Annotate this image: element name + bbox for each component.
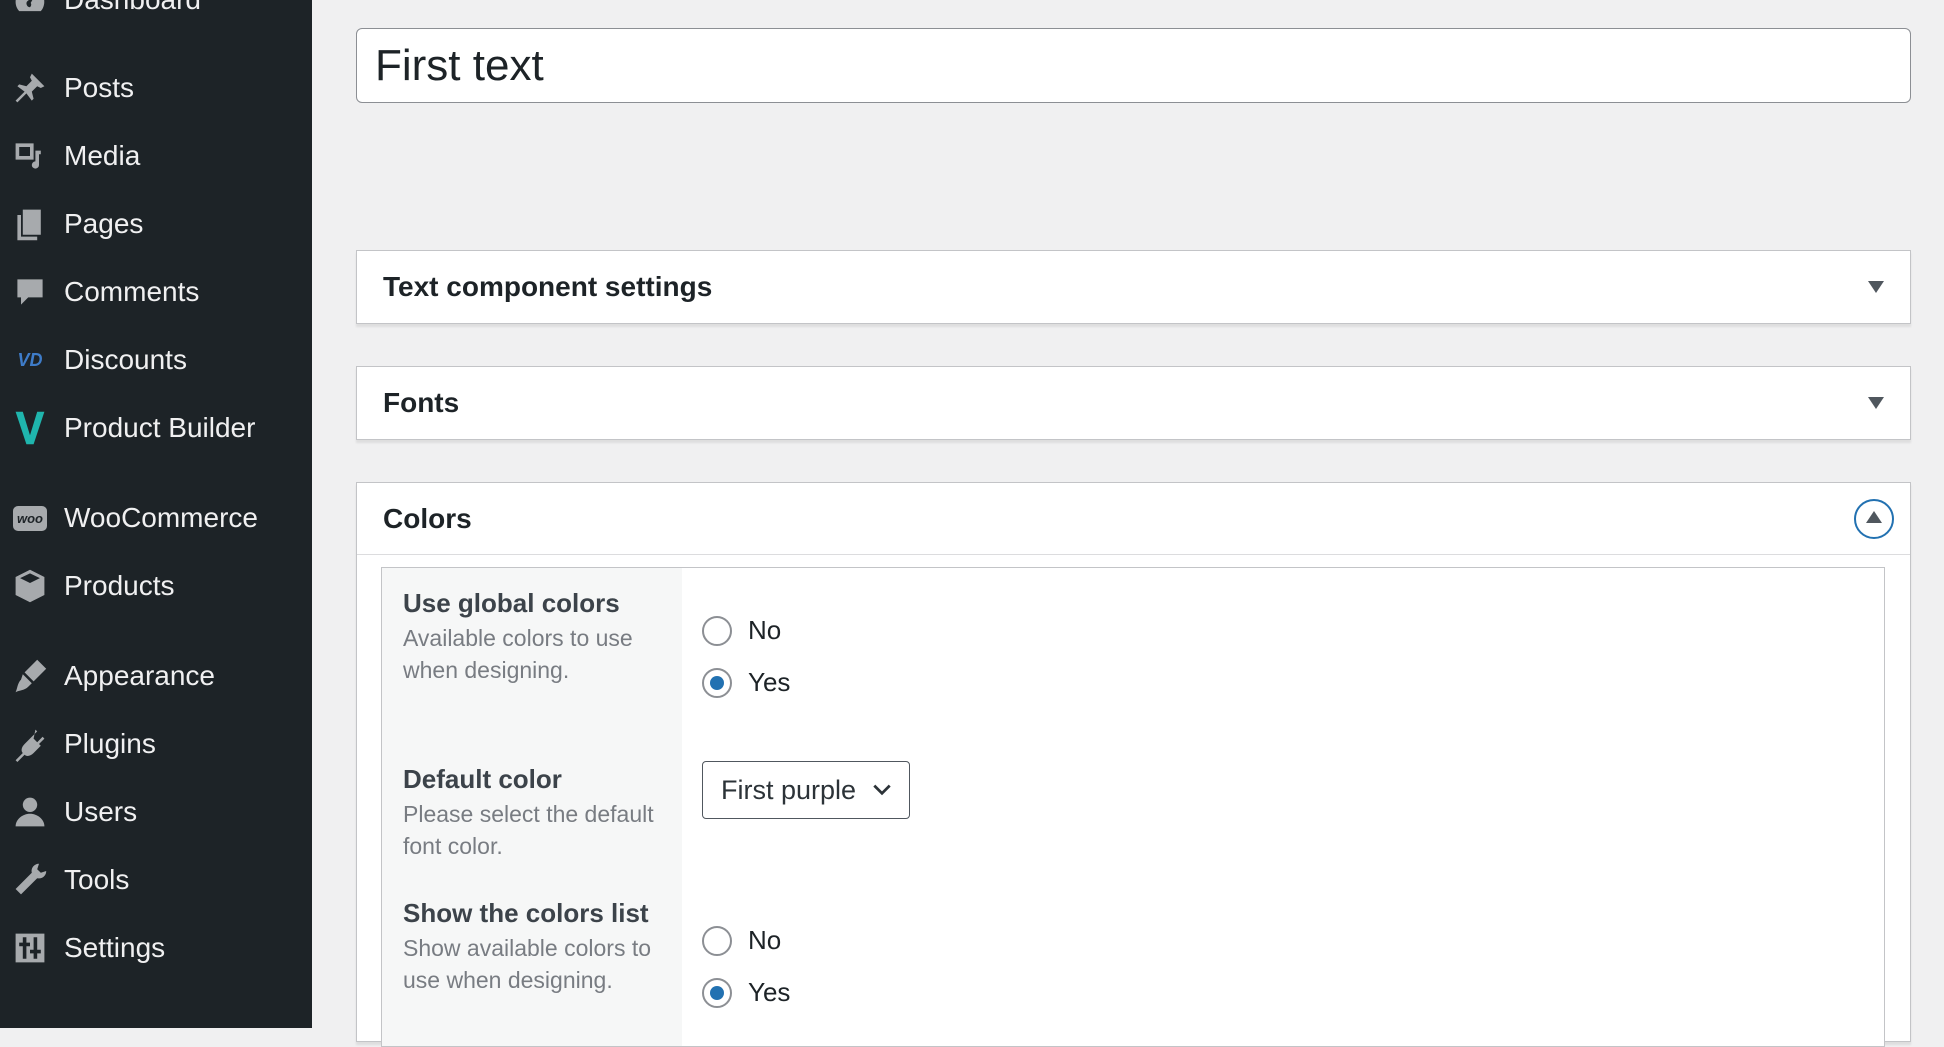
sidebar-item-label: Appearance	[64, 660, 216, 691]
pages-icon	[10, 204, 50, 244]
panel-text-component-settings: Text component settings	[356, 250, 1911, 324]
sidebar-item-pages[interactable]: Pages	[0, 194, 312, 254]
panel-fonts: Fonts	[356, 366, 1911, 440]
panel-title: Colors	[383, 502, 472, 534]
sidebar-item-label: Tools	[64, 864, 130, 895]
sidebar-item-plugins[interactable]: Plugins	[0, 714, 312, 774]
panel-header[interactable]: Text component settings	[357, 251, 1910, 323]
admin-sidebar: Dashboard Posts Media Pages Comments VD …	[0, 0, 312, 1028]
sidebar-item-posts[interactable]: Posts	[0, 58, 312, 118]
radio-global-colors-no[interactable]: No	[702, 615, 781, 646]
field-desc-show-colors-list: Show available colors to use when design…	[403, 935, 652, 993]
field-title-show-colors-list: Show the colors list	[403, 898, 649, 928]
sidebar-item-product-builder[interactable]: Product Builder	[0, 398, 312, 458]
box-icon	[10, 566, 50, 606]
panel-header[interactable]: Fonts	[357, 367, 1910, 439]
sidebar-item-comments[interactable]: Comments	[0, 262, 312, 322]
field-title-default-color: Default color	[403, 764, 562, 794]
colors-settings-table: Use global colors Available colors to us…	[381, 567, 1885, 1047]
field-desc-default-color: Please select the default font color.	[403, 801, 654, 859]
radio-button[interactable]	[702, 925, 732, 956]
dashboard-icon	[10, 0, 50, 20]
sidebar-item-tools[interactable]: Tools	[0, 850, 312, 910]
sidebar-item-label: Settings	[64, 932, 166, 963]
radio-label: No	[748, 615, 782, 645]
radio-show-list-yes[interactable]: Yes	[702, 977, 790, 1008]
main-content: Text component settings Fonts Colors Use…	[312, 0, 1944, 1047]
user-icon	[10, 792, 50, 832]
panel-title: Fonts	[383, 387, 460, 418]
radio-global-colors-yes[interactable]: Yes	[702, 667, 790, 698]
radio-button[interactable]	[702, 615, 732, 646]
sidebar-item-woocommerce[interactable]: woo WooCommerce	[0, 488, 312, 548]
wrench-icon	[10, 860, 50, 900]
collapse-button[interactable]	[1854, 498, 1894, 539]
sidebar-item-label: Product Builder	[64, 412, 256, 443]
sidebar-item-media[interactable]: Media	[0, 126, 312, 186]
sidebar-item-products[interactable]: Products	[0, 556, 312, 616]
sidebar-item-dashboard[interactable]: Dashboard	[0, 0, 312, 30]
comment-icon	[10, 272, 50, 312]
chevron-down-icon	[873, 784, 891, 796]
sidebar-item-label: Products	[64, 570, 175, 601]
sidebar-item-settings[interactable]: Settings	[0, 918, 312, 978]
radio-label: No	[748, 925, 782, 955]
media-icon	[10, 136, 50, 176]
field-desc-global-colors: Available colors to use when designing.	[403, 625, 633, 683]
caret-down-icon[interactable]	[1868, 281, 1884, 293]
vd-logo-icon: VD	[17, 349, 43, 370]
sidebar-item-label: WooCommerce	[64, 502, 258, 533]
field-title-global-colors: Use global colors	[403, 588, 620, 618]
sidebar-item-users[interactable]: Users	[0, 782, 312, 842]
sidebar-item-label: Discounts	[64, 344, 187, 375]
plug-icon	[10, 724, 50, 764]
sidebar-item-label: Plugins	[64, 728, 156, 759]
panel-header[interactable]: Colors	[357, 483, 1910, 555]
sidebar-item-label: Comments	[64, 276, 200, 307]
sidebar-item-appearance[interactable]: Appearance	[0, 646, 312, 706]
radio-button-checked[interactable]	[702, 667, 732, 698]
sidebar-item-label: Users	[64, 796, 138, 827]
v-logo-icon	[10, 408, 50, 448]
panel-title: Text component settings	[383, 271, 713, 302]
radio-show-list-no[interactable]: No	[702, 925, 781, 956]
brush-icon	[10, 656, 50, 696]
sidebar-item-label: Media	[64, 140, 141, 171]
caret-down-icon[interactable]	[1868, 397, 1884, 409]
radio-button-checked[interactable]	[702, 977, 732, 1008]
radio-label: Yes	[748, 667, 791, 697]
sliders-icon	[10, 928, 50, 968]
select-value: First purple	[721, 774, 857, 805]
sidebar-item-discounts[interactable]: VD Discounts	[0, 330, 312, 390]
sidebar-item-label: Pages	[64, 208, 144, 239]
sidebar-item-label: Posts	[64, 72, 135, 103]
radio-label: Yes	[748, 977, 791, 1007]
caret-up-icon	[1866, 511, 1882, 523]
woo-icon: woo	[10, 498, 50, 538]
pin-icon	[10, 68, 50, 108]
default-color-select[interactable]: First purple	[702, 761, 910, 819]
title-input[interactable]	[356, 28, 1911, 103]
sidebar-item-label: Dashboard	[64, 0, 201, 16]
panel-colors: Colors Use global colors Available color…	[356, 482, 1911, 1047]
